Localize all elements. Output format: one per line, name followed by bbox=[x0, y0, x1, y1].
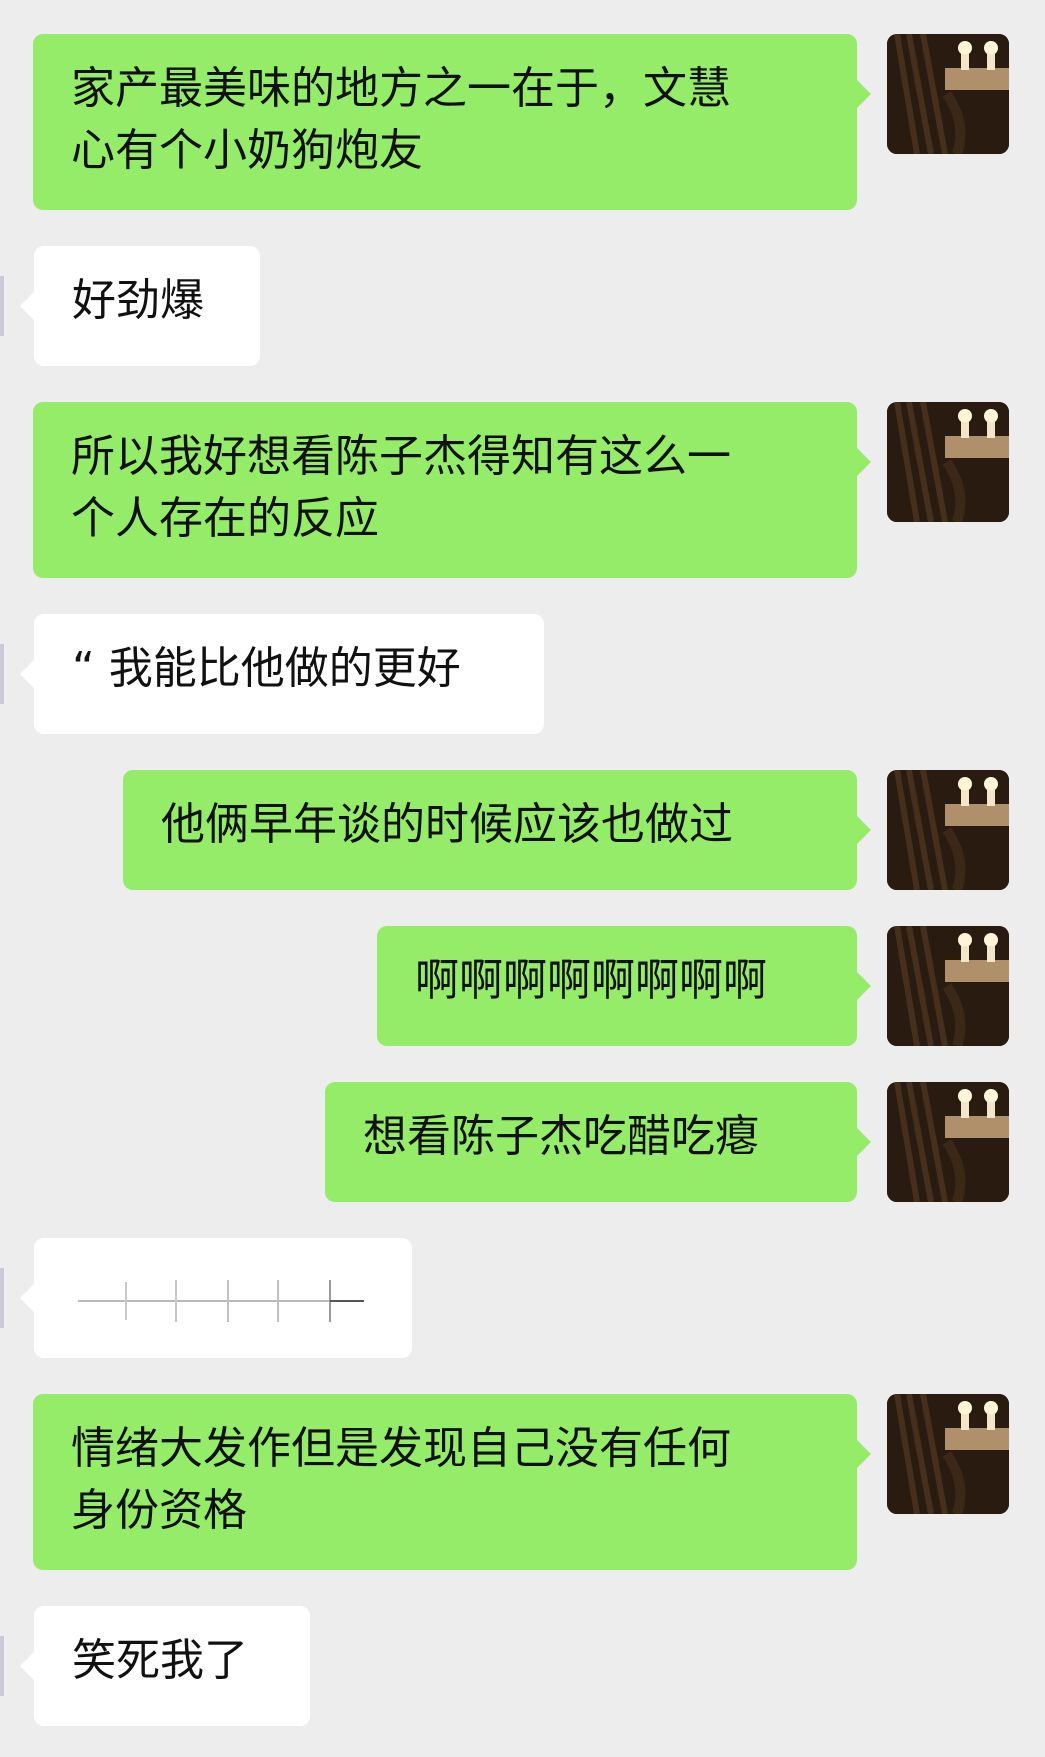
message-bubble-received[interactable]: “ 我能比他做的更好 bbox=[20, 614, 544, 734]
message-bubble-sent[interactable]: 所以我好想看陈子杰得知有这么一 个人存在的反应 bbox=[33, 402, 871, 578]
divider bbox=[0, 644, 4, 704]
divider bbox=[0, 276, 4, 336]
candle-avatar-icon bbox=[887, 34, 1009, 154]
divider bbox=[0, 1268, 4, 1328]
message-bubble-sent[interactable]: 他俩早年谈的时候应该也做过 bbox=[123, 770, 871, 890]
message-bubble-received[interactable]: 笑死我了 bbox=[20, 1606, 310, 1726]
avatar-icon[interactable] bbox=[887, 770, 1009, 890]
message-text-line: 所以我好想看陈子杰得知有这么一 bbox=[71, 431, 731, 482]
message-text-line: 情绪大发作但是发现自己没有任何 bbox=[71, 1423, 731, 1474]
scratch-marks-sticker-icon bbox=[78, 1280, 364, 1322]
avatar-icon[interactable] bbox=[887, 34, 1009, 154]
candle-avatar-icon bbox=[887, 1082, 1009, 1202]
candle-avatar-icon bbox=[887, 1394, 1009, 1514]
message-text-line: 身份资格 bbox=[71, 1485, 247, 1536]
message-text-line: 啊啊啊啊啊啊啊啊 bbox=[415, 955, 767, 1006]
candle-avatar-icon bbox=[887, 402, 1009, 522]
divider bbox=[0, 1636, 4, 1696]
message-text-line: 他俩早年谈的时候应该也做过 bbox=[161, 799, 733, 850]
message-bubble-sent[interactable]: 想看陈子杰吃醋吃瘪 bbox=[325, 1082, 871, 1202]
message-text-line: 个人存在的反应 bbox=[71, 493, 379, 544]
message-bubble-sent[interactable]: 家产最美味的地方之一在于，文慧 心有个小奶狗炮友 bbox=[33, 34, 871, 210]
message-text-line: 笑死我了 bbox=[72, 1635, 248, 1686]
message-bubble-received[interactable]: 好劲爆 bbox=[20, 246, 260, 366]
message-bubble-sent[interactable]: 情绪大发作但是发现自己没有任何 身份资格 bbox=[33, 1394, 871, 1570]
message-text-line: “ 我能比他做的更好 bbox=[72, 643, 461, 694]
avatar-icon[interactable] bbox=[887, 402, 1009, 522]
message-text-line: 家产最美味的地方之一在于，文慧 bbox=[71, 63, 731, 114]
candle-avatar-icon bbox=[887, 926, 1009, 1046]
message-bubble-received[interactable] bbox=[20, 1238, 412, 1358]
message-text-line: 心有个小奶狗炮友 bbox=[71, 125, 423, 176]
avatar-icon[interactable] bbox=[887, 1394, 1009, 1514]
message-text-line: 好劲爆 bbox=[72, 275, 204, 326]
candle-avatar-icon bbox=[887, 770, 1009, 890]
message-text-line: 想看陈子杰吃醋吃瘪 bbox=[363, 1111, 759, 1162]
message-bubble-sent[interactable]: 啊啊啊啊啊啊啊啊 bbox=[377, 926, 871, 1046]
avatar-icon[interactable] bbox=[887, 1082, 1009, 1202]
avatar-icon[interactable] bbox=[887, 926, 1009, 1046]
